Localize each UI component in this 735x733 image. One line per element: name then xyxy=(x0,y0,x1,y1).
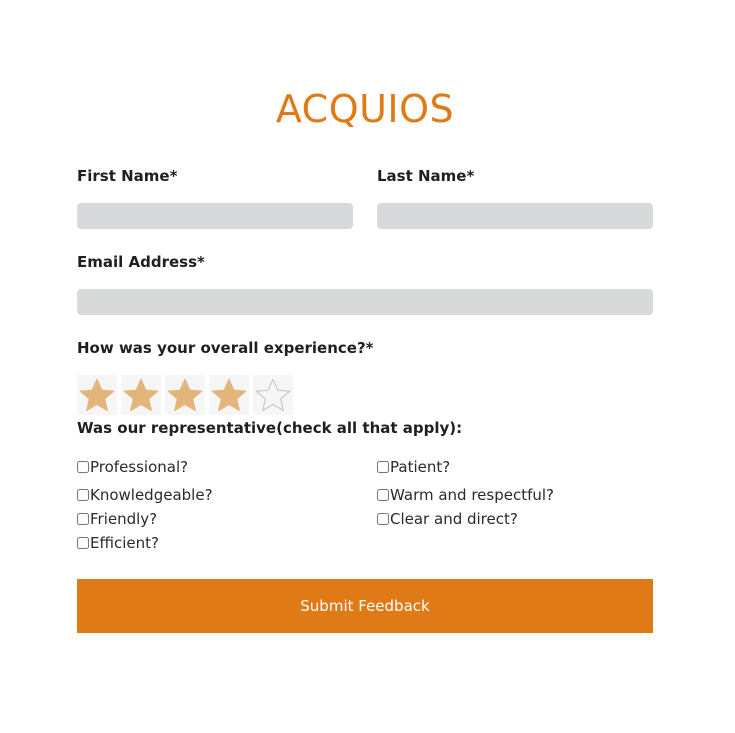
star-empty-icon[interactable] xyxy=(253,375,293,415)
efficient-label: Efficient? xyxy=(90,534,159,552)
brand-title: ACQUIOS xyxy=(275,87,455,131)
knowledgeable-checkbox[interactable] xyxy=(77,489,89,501)
efficient-checkbox[interactable] xyxy=(77,537,89,549)
friendly-label: Friendly? xyxy=(90,510,158,528)
option-patient[interactable]: Patient? xyxy=(377,458,450,476)
professional-checkbox[interactable] xyxy=(77,461,89,473)
star-filled-icon[interactable] xyxy=(165,375,205,415)
first-name-input[interactable] xyxy=(77,203,353,229)
option-knowledgeable[interactable]: Knowledgeable? xyxy=(77,486,213,504)
email-label: Email Address* xyxy=(77,253,205,271)
last-name-label: Last Name* xyxy=(377,167,475,185)
option-clear-direct[interactable]: Clear and direct? xyxy=(377,510,518,528)
clear-direct-label: Clear and direct? xyxy=(390,510,518,528)
representative-label: Was our representative(check all that ap… xyxy=(77,419,463,437)
knowledgeable-label: Knowledgeable? xyxy=(90,486,213,504)
star-filled-icon[interactable] xyxy=(209,375,249,415)
option-warm-respectful[interactable]: Warm and respectful? xyxy=(377,486,554,504)
star-filled-icon[interactable] xyxy=(121,375,161,415)
clear-direct-checkbox[interactable] xyxy=(377,513,389,525)
option-professional[interactable]: Professional? xyxy=(77,458,188,476)
warm-respectful-label: Warm and respectful? xyxy=(390,486,555,504)
star-filled-icon[interactable] xyxy=(77,375,117,415)
option-friendly[interactable]: Friendly? xyxy=(77,510,157,528)
submit-feedback-button[interactable]: Submit Feedback xyxy=(77,579,653,633)
professional-label: Professional? xyxy=(90,458,189,476)
option-efficient[interactable]: Efficient? xyxy=(77,534,159,552)
friendly-checkbox[interactable] xyxy=(77,513,89,525)
patient-label: Patient? xyxy=(390,458,451,476)
last-name-input[interactable] xyxy=(377,203,653,229)
warm-respectful-checkbox[interactable] xyxy=(377,489,389,501)
email-input[interactable] xyxy=(77,289,653,315)
patient-checkbox[interactable] xyxy=(377,461,389,473)
star-rating xyxy=(77,375,293,415)
experience-label: How was your overall experience?* xyxy=(77,339,374,357)
first-name-label: First Name* xyxy=(77,167,178,185)
